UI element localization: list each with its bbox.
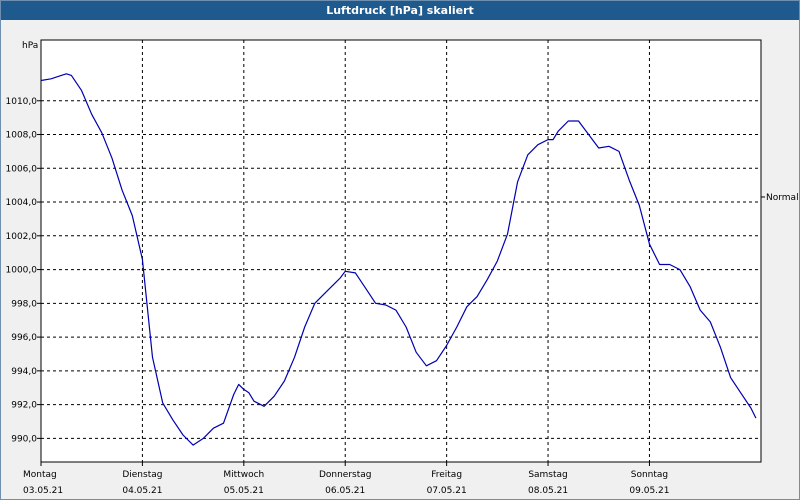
y-axis-unit-label: hPa — [22, 41, 38, 51]
x-tick-day-label: Donnerstag — [319, 470, 372, 480]
x-axis: Montag 03.05.21 Dienstag 04.05.21 Mittwoch 05… — [23, 462, 669, 496]
y-tick-label: 1010,0 — [6, 97, 38, 107]
y-tick-label: 990,0 — [11, 434, 37, 444]
y-tick-label: 1000,0 — [6, 266, 38, 276]
y-tick-label: 1002,0 — [6, 232, 38, 242]
y-tick-label: 992,0 — [11, 401, 37, 411]
x-tick-day-label: Sonntag — [631, 470, 668, 480]
x-tick-day-label: Montag — [23, 470, 57, 480]
pressure-chart: hPa 990,0 992,0 994,0 996,0 998,0 1000,0 1002,… — [6, 39, 799, 496]
x-tick-day-label: Dienstag — [122, 470, 162, 480]
x-tick-date-label: 05.05.21 — [224, 486, 264, 496]
normal-marker: Normal — [761, 193, 799, 203]
y-axis: hPa 990,0 992,0 994,0 996,0 998,0 1000,0 1002,… — [6, 41, 41, 444]
x-tick-day-label: Samstag — [528, 470, 567, 480]
x-tick-date-label: 03.05.21 — [23, 486, 63, 496]
x-tick-date-label: 08.05.21 — [528, 486, 568, 496]
chart-window: Luftdruck [hPa] skaliert hPa 990,0 992,0 9… — [0, 0, 800, 500]
x-tick-day-label: Freitag — [431, 470, 462, 480]
y-tick-label: 1008,0 — [6, 131, 38, 141]
y-tick-label: 996,0 — [11, 333, 37, 343]
x-tick-day-label: Mittwoch — [223, 470, 264, 480]
y-tick-label: 998,0 — [11, 299, 37, 309]
y-tick-label: 1006,0 — [6, 164, 38, 174]
chart-title: Luftdruck [hPa] skaliert — [1, 1, 799, 20]
x-tick-date-label: 06.05.21 — [325, 486, 365, 496]
y-tick-label: 1004,0 — [6, 198, 38, 208]
y-tick-label: 994,0 — [11, 367, 37, 377]
x-tick-date-label: 04.05.21 — [122, 486, 162, 496]
x-tick-date-label: 07.05.21 — [427, 486, 467, 496]
x-tick-date-label: 09.05.21 — [629, 486, 669, 496]
normal-label: Normal — [766, 193, 799, 203]
